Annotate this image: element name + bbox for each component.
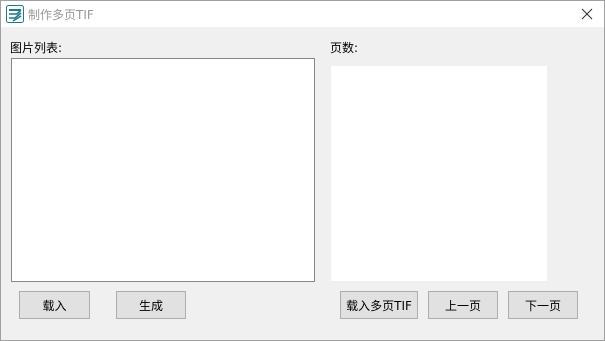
window-title: 制作多页TIF <box>28 8 94 22</box>
load-multipage-tif-button[interactable]: 载入多页TIF <box>340 291 418 319</box>
load-button[interactable]: 载入 <box>19 291 90 319</box>
image-list-label: 图片列表: <box>10 41 63 55</box>
prev-page-button[interactable]: 上一页 <box>428 291 498 319</box>
app-logo-icon <box>6 5 24 23</box>
title-bar: 制作多页TIF <box>1 1 604 27</box>
page-list-box[interactable] <box>331 66 547 281</box>
main-window: 制作多页TIF 图片列表: 页数: 载入 生成 载入多页TIF 上一页 下一页 <box>0 0 605 341</box>
next-page-button[interactable]: 下一页 <box>508 291 578 319</box>
close-icon <box>581 8 593 20</box>
image-list-box[interactable] <box>11 58 315 282</box>
close-button[interactable] <box>570 1 604 27</box>
generate-button[interactable]: 生成 <box>116 291 186 319</box>
page-count-label: 页数: <box>330 41 359 55</box>
